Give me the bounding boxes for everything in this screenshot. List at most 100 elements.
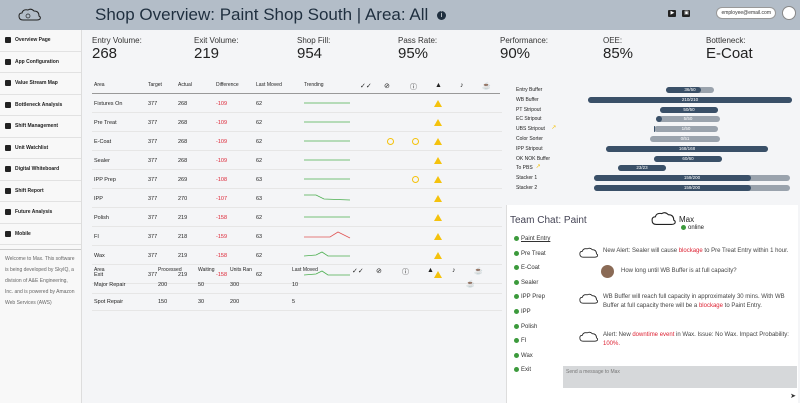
clock-status-icon[interactable] (412, 138, 419, 145)
cloud-logo-icon[interactable] (0, 0, 60, 30)
channel-label: E-Coat (521, 265, 540, 272)
table-row[interactable]: Fixtures On 377 268 -109 62 (92, 94, 502, 113)
home-icon (5, 37, 11, 44)
trend-line (304, 194, 351, 201)
difference-value: -159 (216, 234, 228, 240)
buffer-bar-value: 23/23 (636, 165, 648, 171)
video-icon[interactable]: ▶ (668, 9, 677, 17)
table-row[interactable]: Pre Treat 377 268 -109 62 (92, 113, 502, 132)
info-icon[interactable]: i (437, 11, 447, 21)
max-bot-icon (579, 293, 599, 309)
warning-status-icon[interactable] (434, 138, 442, 145)
actual-value: 219 (178, 215, 188, 221)
check-double-icon[interactable]: ✓✓ (352, 267, 364, 275)
user-email[interactable]: employee@email.com (716, 7, 776, 19)
table-row[interactable]: E-Coat 377 268 -109 62 (92, 132, 502, 151)
warning-status-icon[interactable] (434, 100, 442, 107)
warning-icon[interactable]: ▲ (435, 82, 442, 89)
buffer-label: To PBS (516, 165, 533, 172)
stop-status-icon[interactable] (387, 138, 394, 145)
sidebar-item-digital-whiteboard[interactable]: Digital Whiteboard (0, 159, 81, 181)
metric-label: Shop Fill: (297, 36, 331, 45)
bell-icon[interactable]: ♪ (460, 82, 464, 89)
chat-channel-pre-treat[interactable]: Pre Treat (514, 250, 546, 257)
warning-status-icon[interactable] (434, 252, 442, 259)
metric-value: 90% (500, 45, 531, 62)
table-row[interactable]: Wax 377 219 -158 62 (92, 246, 502, 265)
sidebar-item-mobile[interactable]: Mobile (0, 224, 81, 245)
buffer-row: To PBS ↗ 23/23 (510, 164, 795, 172)
warning-status-icon[interactable] (434, 195, 442, 202)
chat-channel-fi[interactable]: FI (514, 338, 526, 344)
trend-line (304, 251, 350, 257)
chat-channel-paint-entry[interactable]: Paint Entry (514, 236, 550, 242)
warning-status-icon[interactable] (434, 176, 442, 183)
chat-channel-e-coat[interactable]: E-Coat (514, 265, 540, 271)
warning-status-icon[interactable] (434, 157, 442, 164)
chat-channel-polish[interactable]: Polish (514, 323, 537, 330)
table-row[interactable]: IPP 377 270 -107 63 (92, 189, 502, 208)
chat-channel-wax[interactable]: Wax (514, 352, 533, 359)
sidebar-item-future-analysis[interactable]: Future Analysis (0, 202, 81, 224)
coffee-icon[interactable]: ☕ (482, 82, 491, 90)
chat-user-name: Max (679, 215, 695, 224)
warning-status-icon[interactable] (434, 119, 442, 126)
warning-icon[interactable]: ▲ (427, 267, 434, 274)
bell-icon[interactable]: ♪ (452, 267, 456, 274)
sidebar-item-unit-watchlist[interactable]: Unit Watchlist (0, 138, 81, 159)
table-row[interactable]: Major Repair 200 50 300 10 ☕ (92, 277, 502, 294)
clock-status-icon[interactable] (412, 176, 419, 183)
chat-channel-ipp[interactable]: IPP (514, 309, 531, 315)
user-avatar[interactable] (782, 6, 796, 20)
chat-channel-exit[interactable]: Exit (514, 367, 531, 373)
channel-label: Paint Entry (521, 236, 551, 243)
online-dot-icon (681, 225, 686, 230)
area-name: Sealer (94, 158, 110, 164)
stop-icon[interactable]: ⊘ (376, 267, 382, 275)
message-fragment: to Pre Treat Entry within 1 hour. (702, 248, 789, 254)
chat-message-input[interactable]: Send a message to Max (563, 366, 797, 388)
buffer-bar-value: 50/50 (683, 106, 695, 112)
last-moved-value: 62 (256, 215, 263, 221)
sidebar-description: Welcome to Max. This software is being d… (0, 249, 81, 313)
message-fragment: blockage (678, 248, 703, 254)
sidebar-item-shift-report[interactable]: Shift Report (0, 181, 81, 202)
coffee-status-icon[interactable]: ☕ (466, 280, 475, 288)
channel-label: FI (521, 338, 527, 345)
difference-value: -109 (216, 158, 228, 164)
stop-icon[interactable]: ⊘ (384, 82, 390, 90)
chat-channel-sealer[interactable]: Sealer (514, 279, 538, 286)
difference-value: -109 (216, 139, 228, 145)
clock-icon[interactable]: ⓘ (402, 267, 409, 277)
sidebar-item-value-stream-map[interactable]: Value Stream Map (0, 73, 81, 95)
target-value: 377 (148, 215, 158, 221)
column-header: Processed (158, 267, 182, 273)
table-row[interactable]: FI 377 218 -159 63 (92, 227, 502, 246)
sidebar-item-app-configuration[interactable]: App Configuration (0, 52, 81, 73)
check-double-icon[interactable]: ✓✓ (360, 82, 372, 90)
chat-title: Team Chat: Paint (510, 215, 587, 226)
online-dot-icon (514, 294, 519, 300)
warning-status-icon[interactable] (434, 214, 442, 221)
coffee-icon[interactable]: ☕ (474, 267, 483, 275)
sidebar-item-bottleneck-analysis[interactable]: Bottleneck Analysis (0, 95, 81, 116)
warning-status-icon[interactable] (434, 233, 442, 240)
clock-icon[interactable]: ⓘ (410, 82, 417, 92)
waiting-value: 30 (198, 299, 205, 305)
target-value: 377 (148, 196, 158, 202)
buffer-bar-value: 168/168 (678, 145, 696, 151)
sidebar-item-overview-page[interactable]: Overview Page (0, 30, 81, 52)
sidebar-item-shift-management[interactable]: Shift Management (0, 116, 81, 138)
send-icon[interactable]: ➤ (790, 392, 796, 400)
chat-channel-ipp-prep[interactable]: IPP Prep (514, 294, 545, 300)
buffer-row: Stacker 2 159/200 (510, 184, 795, 192)
buffer-chart: Entry Buffer 36/50 WB Buffer 210/210 PT Stri… (510, 86, 795, 194)
screen-icon[interactable]: ▣ (682, 9, 691, 17)
table-row[interactable]: Sealer 377 268 -109 62 (92, 151, 502, 170)
table-row[interactable]: Polish 377 219 -158 62 (92, 208, 502, 227)
table-row[interactable]: IPP Prep 377 269 -108 63 (92, 170, 502, 189)
table-row[interactable]: Spot Repair 150 30 200 5 (92, 294, 502, 311)
trend-sparkline (304, 159, 350, 161)
trend-up-icon: ↗ (535, 164, 541, 171)
chat-message-text: How long until WB Buffer is at full capa… (621, 267, 800, 276)
